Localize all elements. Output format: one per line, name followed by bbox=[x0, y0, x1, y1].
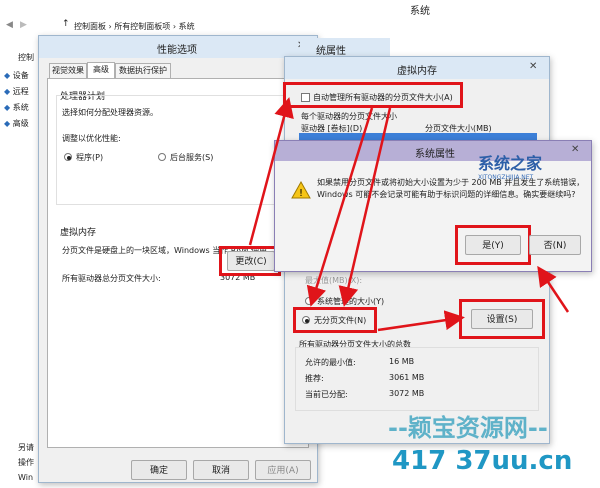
svg-text:!: ! bbox=[299, 188, 303, 199]
left-nav-item[interactable]: ◆ 高级 bbox=[4, 118, 40, 134]
site-name: 系统之家 bbox=[478, 154, 543, 173]
system-managed-radio[interactable] bbox=[305, 297, 313, 305]
apply-button[interactable]: 应用(A) bbox=[255, 460, 311, 480]
adjust-label: 调整以优化性能: bbox=[62, 134, 121, 143]
windows-link[interactable]: Win bbox=[18, 470, 34, 485]
left-nav-item[interactable]: ◆ 设备 bbox=[4, 70, 40, 86]
system-window-title: 系统 bbox=[410, 6, 430, 17]
shield-icon: ◆ bbox=[4, 71, 11, 80]
perf-title: 性能选项 bbox=[157, 45, 197, 56]
breadcrumb-item[interactable]: 控制面板 bbox=[74, 22, 106, 31]
bottom-brand-watermark: 417 37uu.cn bbox=[392, 446, 573, 476]
cpu-desc: 选择如何分配处理器资源。 bbox=[62, 108, 158, 117]
cur-label: 当前已分配: bbox=[305, 390, 348, 399]
perf-titlebar: 性能选项 ✕ bbox=[39, 36, 317, 58]
left-nav-item[interactable]: ◆ 远程 bbox=[4, 86, 40, 102]
min-label: 允许的最小值: bbox=[305, 358, 356, 367]
tab-advanced[interactable]: 高级 bbox=[87, 62, 115, 78]
site-url: XITONGZHIJIA.NET bbox=[478, 174, 534, 181]
vm-title: 虚拟内存 bbox=[397, 66, 437, 77]
left-nav-item[interactable]: ◆ 系统 bbox=[4, 102, 40, 118]
max-size-label: 最大值(MB)(X): bbox=[305, 276, 363, 285]
site-logo: 系统之家 XITONGZHIJIA.NET bbox=[478, 150, 588, 190]
banner-watermark: --颖宝资源网-- bbox=[388, 414, 548, 442]
cancel-button[interactable]: 取消 bbox=[193, 460, 249, 480]
left-nav: ◆ 设备 ◆ 远程 ◆ 系统 ◆ 高级 bbox=[4, 70, 40, 134]
programs-radio[interactable] bbox=[64, 153, 72, 161]
shield-icon: ◆ bbox=[4, 103, 11, 112]
set-button[interactable]: 设置(S) bbox=[471, 309, 533, 329]
action-link[interactable]: 操作 bbox=[18, 455, 34, 470]
rec-label: 推荐: bbox=[305, 374, 324, 383]
no-paging-label[interactable]: 无分页文件(N) bbox=[314, 315, 366, 326]
change-button[interactable]: 更改(C) bbox=[227, 251, 275, 271]
close-icon[interactable]: ✕ bbox=[529, 61, 537, 72]
forward-icon[interactable]: ▶ bbox=[20, 20, 27, 30]
breadcrumb: 控制面板 › 所有控制面板项 › 系统 bbox=[74, 22, 195, 31]
no-button[interactable]: 否(N) bbox=[529, 235, 581, 255]
services-radio[interactable] bbox=[158, 153, 166, 161]
tab-dep[interactable]: 数据执行保护 bbox=[115, 63, 171, 78]
rec-value: 3061 MB bbox=[389, 373, 425, 382]
up-icon[interactable]: ↑ bbox=[62, 19, 70, 29]
warning-icon: ! bbox=[291, 181, 311, 199]
vm-titlebar: 虚拟内存 ✕ bbox=[285, 57, 549, 79]
breadcrumb-item[interactable]: 系统 bbox=[179, 22, 195, 31]
left-bottom-links: 另请 操作 Win bbox=[18, 440, 34, 485]
alert-title: 系统属性 bbox=[415, 149, 455, 160]
vm-group-title: 虚拟内存 bbox=[60, 228, 97, 238]
system-titlebar: 系统 bbox=[0, 0, 600, 17]
programs-label[interactable]: 程序(P) bbox=[76, 152, 103, 163]
sys-props-title-fragment: 统属性 bbox=[316, 46, 346, 57]
services-label[interactable]: 后台服务(S) bbox=[170, 152, 213, 163]
cur-value: 3072 MB bbox=[389, 389, 425, 398]
left-panel-label: 控制 bbox=[18, 53, 34, 62]
shield-icon: ◆ bbox=[4, 87, 11, 96]
no-paging-radio[interactable] bbox=[302, 316, 310, 324]
ok-button[interactable]: 确定 bbox=[131, 460, 187, 480]
yes-button[interactable]: 是(Y) bbox=[465, 235, 521, 255]
system-managed-label[interactable]: 系统管理的大小(Y) bbox=[317, 296, 384, 307]
shield-icon: ◆ bbox=[4, 119, 11, 128]
system-properties-back: 统属性 bbox=[300, 38, 390, 58]
min-value: 16 MB bbox=[389, 357, 415, 366]
back-icon[interactable]: ◀ bbox=[6, 20, 13, 30]
breadcrumb-item[interactable]: 所有控制面板项 bbox=[114, 22, 170, 31]
auto-manage-highlight bbox=[283, 82, 463, 108]
see-also-label: 另请 bbox=[18, 443, 34, 452]
tab-visual-effects[interactable]: 视觉效果 bbox=[49, 63, 87, 78]
each-drive-label: 每个驱动器的分页文件大小 bbox=[301, 112, 397, 121]
total-size-label: 所有驱动器总分页文件大小: bbox=[62, 274, 161, 283]
